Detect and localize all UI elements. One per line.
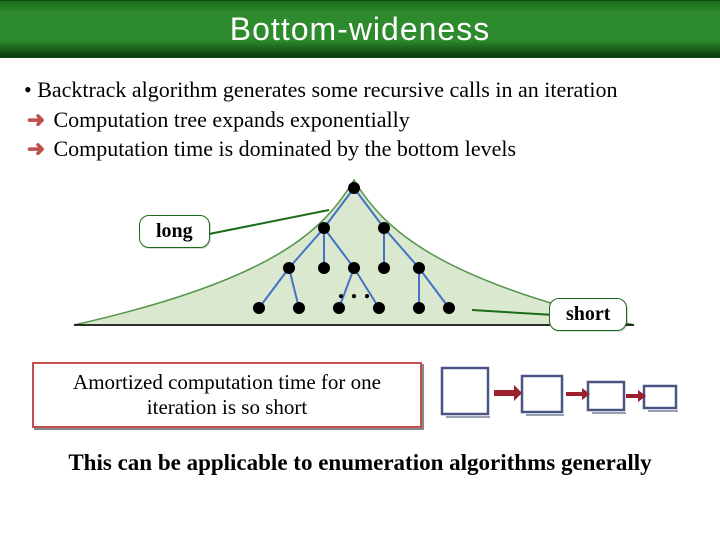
bullet-main: Backtrack algorithm generates some recur… <box>24 76 696 105</box>
callout-long: long <box>139 215 210 248</box>
arrow-icon: ➜ <box>24 106 48 135</box>
tree-diagram: . . . long short <box>24 170 684 350</box>
shrinking-rects-icon <box>436 364 696 424</box>
bullet-sub-1: ➜ Computation tree expands exponentially <box>24 106 696 135</box>
slide-title: Bottom-wideness <box>230 11 490 48</box>
amortized-box: Amortized computation time for one itera… <box>32 362 422 428</box>
bullet-sub-2: ➜ Computation time is dominated by the b… <box>24 135 696 164</box>
conclusion-text: This can be applicable to enumeration al… <box>24 450 696 476</box>
sub1-text: Computation tree expands exponentially <box>48 107 410 132</box>
svg-text:. . .: . . . <box>338 275 371 304</box>
title-bar: Bottom-wideness <box>0 0 720 58</box>
arrow-icon: ➜ <box>24 135 48 164</box>
callout-short: short <box>549 298 627 331</box>
amortized-row: Amortized computation time for one itera… <box>24 354 696 428</box>
slide-body: Backtrack algorithm generates some recur… <box>0 58 720 476</box>
sub2-text: Computation time is dominated by the bot… <box>48 136 516 161</box>
